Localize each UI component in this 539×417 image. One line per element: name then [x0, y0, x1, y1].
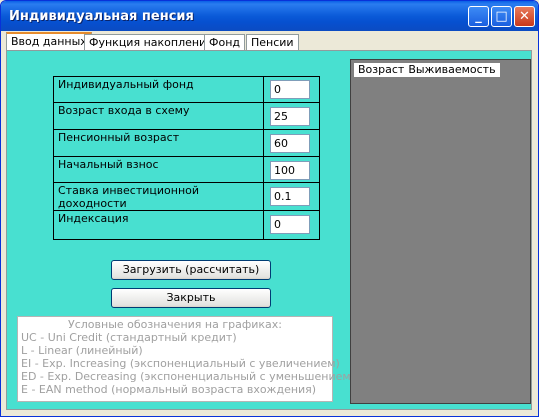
maximize-button[interactable]: □ — [491, 6, 512, 27]
tab-accumulation-function[interactable]: Функция накопления — [84, 34, 218, 50]
close-button[interactable]: Закрыть — [111, 288, 271, 308]
tab-pensions[interactable]: Пенсии — [246, 34, 299, 50]
field-label: Пенсионный возраст — [54, 130, 264, 156]
tab-fund[interactable]: Фонд — [204, 34, 245, 50]
survival-grid[interactable]: Возраст Выживаемость — [350, 59, 531, 404]
legend-line: EI - Exp. Increasing (экспоненциальный с… — [21, 357, 340, 370]
investment-rate-input[interactable] — [270, 187, 310, 206]
individual-fund-input[interactable] — [270, 80, 310, 99]
form-row: Пенсионный возраст — [54, 130, 319, 157]
field-label: Индексация — [54, 211, 264, 239]
tab-page-input-data: Индивидуальный фонд Возраст входа в схем… — [6, 50, 532, 410]
chart-legend-notes: Условные обозначения на графиках: UC - U… — [17, 316, 355, 402]
indexation-input[interactable] — [270, 215, 310, 234]
grid-header-row: Возраст Выживаемость — [354, 63, 500, 77]
form-row: Индексация — [54, 211, 319, 239]
app-window: Индивидуальная пенсия _ □ ✕ Ввод данных … — [0, 0, 539, 417]
load-calculate-button[interactable]: Загрузить (рассчитать) — [111, 260, 271, 280]
field-label: Ставка инвестиционной доходности — [54, 183, 264, 210]
form-row: Индивидуальный фонд — [54, 77, 319, 103]
close-window-button[interactable]: ✕ — [514, 6, 535, 27]
form-row: Начальный взнос — [54, 157, 319, 183]
legend-line: L - Linear (линейный) — [21, 344, 143, 357]
input-form-table: Индивидуальный фонд Возраст входа в схем… — [53, 76, 320, 240]
form-row: Ставка инвестиционной доходности — [54, 183, 319, 211]
title-bar[interactable]: Индивидуальная пенсия _ □ ✕ — [1, 1, 538, 31]
form-row: Возраст входа в схему — [54, 103, 319, 130]
initial-contribution-input[interactable] — [270, 161, 310, 180]
tab-input-data[interactable]: Ввод данных — [6, 32, 92, 51]
entry-age-input[interactable] — [270, 107, 310, 126]
legend-line: ED - Exp. Decreasing (экспоненциальный с… — [21, 370, 355, 383]
field-label: Возраст входа в схему — [54, 103, 264, 129]
minimize-button[interactable]: _ — [468, 6, 489, 27]
field-label: Индивидуальный фонд — [54, 77, 264, 102]
window-title: Индивидуальная пенсия — [9, 9, 194, 24]
legend-heading: Условные обозначения на графиках: — [68, 318, 282, 331]
legend-line: UC - Uni Credit (стандартный кредит) — [21, 331, 237, 344]
field-label: Начальный взнос — [54, 157, 264, 182]
grid-col-survival[interactable]: Выживаемость — [404, 63, 495, 76]
legend-line: E - EAN method (нормальный возраста вхож… — [21, 383, 317, 396]
retirement-age-input[interactable] — [270, 134, 310, 153]
grid-col-age[interactable]: Возраст — [354, 63, 404, 76]
